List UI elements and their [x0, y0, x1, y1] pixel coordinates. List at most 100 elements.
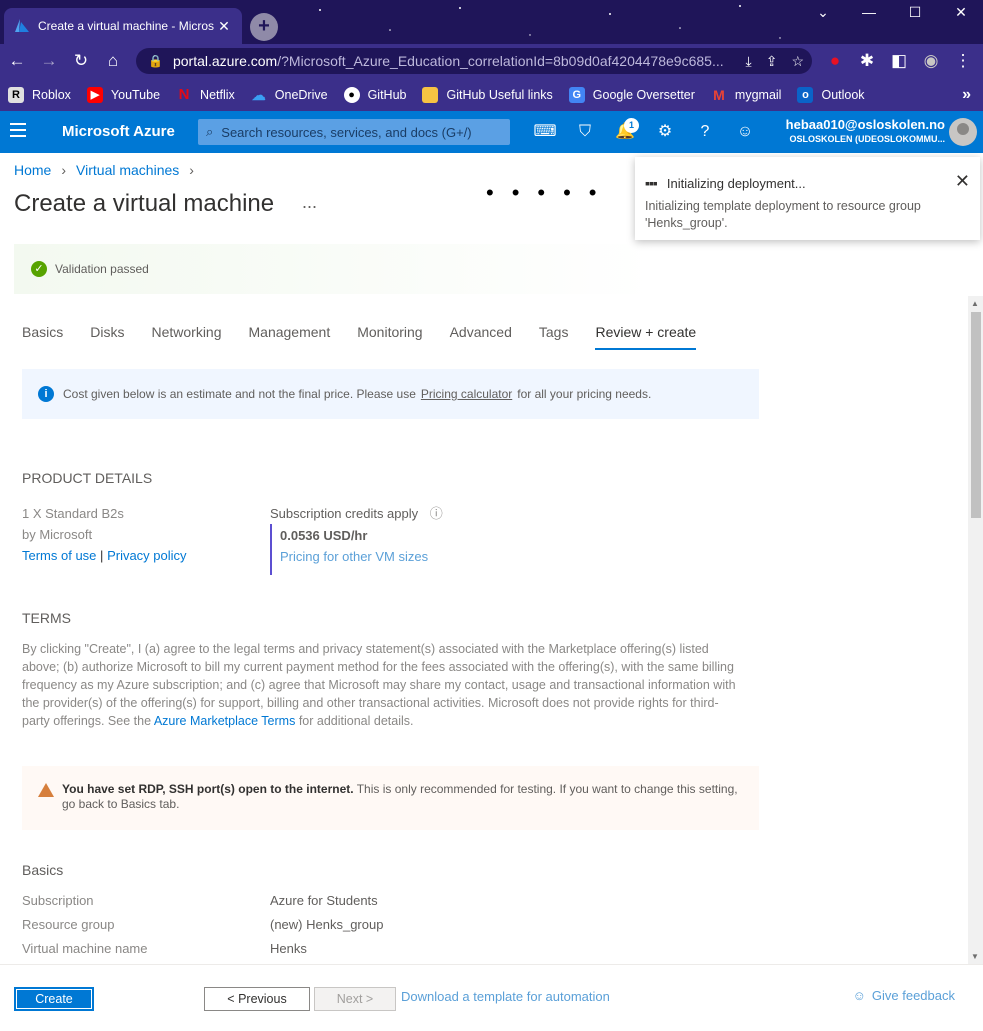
- roblox-icon: R: [8, 86, 24, 103]
- azure-brand[interactable]: Microsoft Azure: [62, 111, 175, 153]
- bookmark-outlook[interactable]: o Outlook: [797, 86, 865, 103]
- wizard-tabs: Basics Disks Networking Management Monit…: [22, 324, 723, 350]
- bookmark-netflix[interactable]: N Netflix: [176, 86, 235, 103]
- tab-monitoring[interactable]: Monitoring: [357, 324, 422, 350]
- product-name: 1 X Standard B2s: [22, 506, 124, 521]
- scrollbar-thumb[interactable]: [971, 312, 981, 518]
- security-warning: You have set RDP, SSH port(s) open to th…: [22, 766, 759, 830]
- breadcrumb-virtual-machines[interactable]: Virtual machines: [76, 162, 179, 178]
- breadcrumb: Home › Virtual machines ›: [14, 162, 194, 178]
- create-button[interactable]: Create: [14, 987, 94, 1011]
- hourly-price: 0.0536 USD/hr: [280, 528, 368, 543]
- reload-icon[interactable]: ↻: [68, 44, 94, 78]
- bookmark-star-icon[interactable]: ☆: [791, 53, 804, 70]
- tab-search-icon[interactable]: ⌄: [800, 0, 846, 24]
- subscription-credits: Subscription credits apply ⓘ: [270, 503, 443, 522]
- bookmark-roblox[interactable]: R Roblox: [8, 86, 71, 103]
- account-email: hebaa010@osloskolen.no: [785, 117, 945, 132]
- checkmark-icon: ✓: [31, 261, 47, 277]
- content-scrollbar[interactable]: ▲ ▼: [968, 296, 983, 964]
- pricing-calculator-link[interactable]: Pricing calculator: [421, 387, 512, 401]
- feedback-person-icon: ☺: [852, 988, 866, 1003]
- share-icon[interactable]: ⇪: [766, 53, 778, 70]
- maximize-button[interactable]: ☐: [892, 0, 938, 24]
- chrome-menu-icon[interactable]: ⋮: [950, 44, 976, 78]
- deployment-notification-toast: ▪▪▪ Initializing deployment... Initializ…: [635, 157, 980, 240]
- bookmark-github-useful-links[interactable]: GitHub Useful links: [422, 86, 553, 103]
- azure-logo-icon: [15, 19, 29, 32]
- back-icon[interactable]: ←: [4, 44, 30, 78]
- download-template-link[interactable]: Download a template for automation: [401, 989, 610, 1004]
- bookmark-mygmail[interactable]: Mmygmail: [711, 87, 781, 103]
- summary-row: Virtual machine name Henks: [22, 941, 307, 956]
- privacy-policy-link[interactable]: Privacy policy: [107, 548, 186, 563]
- github-icon: ●: [343, 86, 360, 103]
- install-app-icon[interactable]: ⤓: [746, 53, 752, 70]
- tab-tags[interactable]: Tags: [539, 324, 569, 350]
- extension-shield-icon[interactable]: ●: [822, 44, 848, 78]
- extensions-puzzle-icon[interactable]: ✱: [854, 44, 880, 78]
- give-feedback-link[interactable]: ☺ Give feedback: [853, 988, 955, 1003]
- tab-management[interactable]: Management: [249, 324, 331, 350]
- account-org: OSLOSKOLEN (UDEOSLOKOMMU...: [789, 134, 945, 144]
- tab-basics[interactable]: Basics: [22, 324, 63, 350]
- breadcrumb-home[interactable]: Home: [14, 162, 51, 178]
- azure-top-bar: Microsoft Azure ⌕ Search resources, serv…: [0, 111, 983, 153]
- toast-message: Initializing template deployment to reso…: [645, 199, 921, 230]
- search-icon: ⌕: [206, 124, 214, 139]
- notification-badge: 1: [624, 118, 639, 133]
- price-box: 0.0536 USD/hr Pricing for other VM sizes: [270, 524, 470, 575]
- bookmark-youtube[interactable]: ▶ YouTube: [86, 86, 160, 103]
- marketplace-terms-link[interactable]: Azure Marketplace Terms: [154, 714, 296, 728]
- scroll-up-icon[interactable]: ▲: [971, 299, 979, 308]
- close-icon[interactable]: ✕: [955, 171, 970, 192]
- credits-label: Subscription credits apply: [270, 506, 419, 521]
- google-translate-icon: G: [568, 86, 585, 103]
- side-panel-icon[interactable]: ◧: [886, 44, 912, 78]
- terms-text: By clicking "Create", I (a) agree to the…: [22, 640, 742, 730]
- tab-networking[interactable]: Networking: [151, 324, 221, 350]
- tab-review-create[interactable]: Review + create: [595, 324, 697, 350]
- address-bar[interactable]: 🔒 portal.azure.com /?Microsoft_Azure_Edu…: [136, 48, 812, 74]
- feedback-icon[interactable]: ☺: [729, 111, 761, 153]
- new-tab-button[interactable]: +: [250, 13, 278, 41]
- outlook-icon: o: [797, 86, 814, 103]
- tab-advanced[interactable]: Advanced: [450, 324, 512, 350]
- notifications-bell-icon[interactable]: 🔔: [609, 111, 641, 153]
- page-title: Create a virtual machine: [14, 190, 275, 217]
- home-icon[interactable]: ⌂: [100, 44, 126, 78]
- portal-menu-icon[interactable]: [10, 123, 26, 141]
- info-circle-icon[interactable]: ⓘ: [430, 506, 443, 521]
- more-actions-button[interactable]: ...: [302, 192, 317, 213]
- tab-disks[interactable]: Disks: [90, 324, 124, 350]
- directory-filter-icon[interactable]: ⛉: [569, 111, 601, 153]
- bookmark-github[interactable]: ● GitHub: [343, 86, 406, 103]
- scroll-down-icon[interactable]: ▼: [971, 952, 979, 961]
- browser-tab-active[interactable]: Create a virtual machine - Micros ✕: [4, 8, 242, 44]
- profile-avatar-icon[interactable]: ◉: [918, 44, 944, 78]
- bookmark-google-oversetter[interactable]: G Google Oversetter: [568, 86, 695, 103]
- settings-gear-icon[interactable]: ⚙: [649, 111, 681, 153]
- warning-bold: You have set RDP, SSH port(s) open to th…: [62, 782, 354, 796]
- url-path: /?Microsoft_Azure_Education_correlationI…: [277, 53, 724, 69]
- pricing-other-sizes-link[interactable]: Pricing for other VM sizes: [280, 549, 470, 564]
- info-text-2: for all your pricing needs.: [517, 387, 652, 401]
- cloud-shell-icon[interactable]: ⌨: [529, 111, 561, 153]
- search-placeholder: Search resources, services, and docs (G+…: [221, 124, 472, 140]
- help-icon[interactable]: ?: [689, 111, 721, 153]
- global-search-input[interactable]: ⌕ Search resources, services, and docs (…: [198, 119, 510, 145]
- tab-close-icon[interactable]: ✕: [216, 18, 232, 35]
- more-bookmarks-icon[interactable]: »: [962, 78, 971, 111]
- next-button[interactable]: Next >: [314, 987, 396, 1011]
- terms-of-use-link[interactable]: Terms of use: [22, 548, 96, 563]
- close-window-button[interactable]: ✕: [938, 0, 983, 24]
- forward-icon[interactable]: →: [36, 44, 62, 78]
- account-info[interactable]: hebaa010@osloskolen.no OSLOSKOLEN (UDEOS…: [786, 117, 945, 144]
- minimize-button[interactable]: —: [846, 0, 892, 24]
- chevron-right-icon: ›: [61, 162, 67, 178]
- previous-button[interactable]: < Previous: [204, 987, 310, 1011]
- wizard-footer: Create < Previous Next > Download a temp…: [0, 964, 983, 1031]
- account-avatar[interactable]: [949, 118, 977, 146]
- summary-row: Resource group (new) Henks_group: [22, 917, 384, 932]
- bookmark-onedrive[interactable]: ☁ OneDrive: [251, 87, 328, 103]
